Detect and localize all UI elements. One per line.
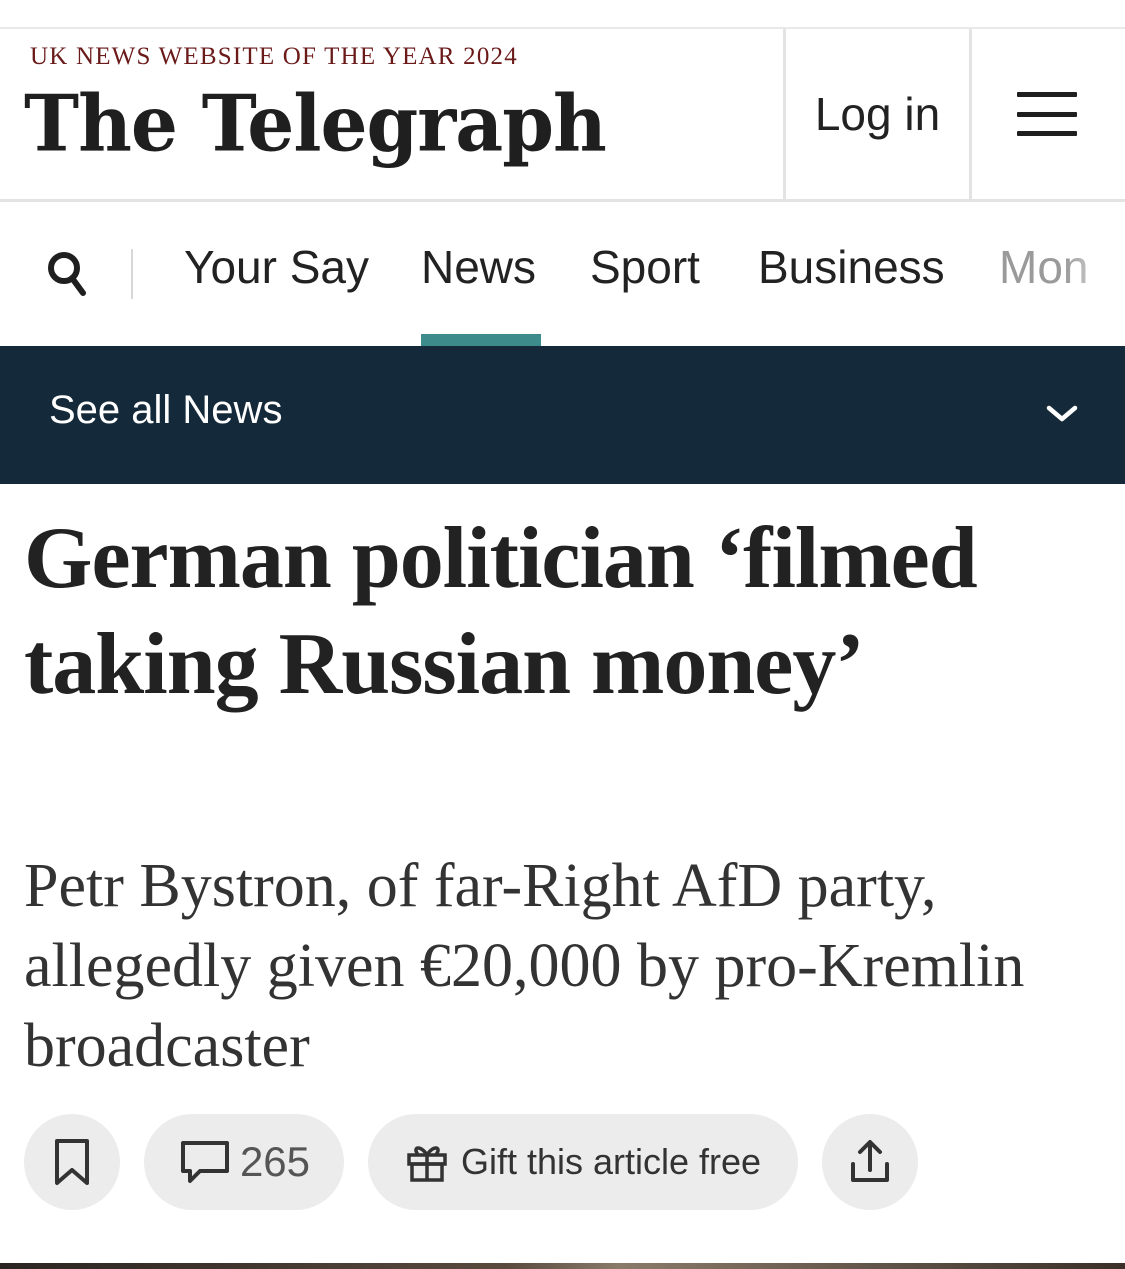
share-icon [851,1140,889,1182]
share-button[interactable] [822,1114,918,1210]
chevron-down-icon [1046,405,1078,422]
nav-item-sport[interactable]: Sport [590,240,700,294]
nav-item-your-say[interactable]: Your Say [184,240,369,294]
comments-button[interactable]: 265 [144,1114,344,1210]
login-button[interactable]: Log in [783,29,972,199]
nav-divider [131,249,133,299]
article-image-top-edge [0,1263,1125,1269]
see-all-news-label: See all News [49,388,283,432]
telegraph-logo[interactable]: The Telegraph [24,79,607,169]
see-all-news-bar[interactable]: See all News [0,346,1125,484]
gift-article-label: Gift this article free [460,1141,762,1182]
gift-icon [407,1146,447,1182]
bookmark-icon [55,1139,89,1185]
search-icon[interactable] [46,248,88,298]
bookmark-button[interactable] [24,1114,120,1210]
hamburger-menu-icon [1017,92,1077,136]
article-headline: German politician ‘filmed taking Russian… [24,510,978,713]
nav-active-indicator [421,334,541,346]
section-nav: Your Say News Sport Business Mon [0,202,1125,346]
article-standfirst: Petr Bystron, of far-Right AfD party, al… [24,852,1025,1080]
masthead: UK NEWS WEBSITE OF THE YEAR 2024 The Tel… [0,29,1125,202]
status-strip [0,0,1125,29]
nav-item-news[interactable]: News [421,240,536,294]
gift-article-button[interactable]: Gift this article free [368,1114,798,1210]
nav-item-business[interactable]: Business [758,240,945,294]
login-label: Log in [814,88,941,140]
menu-button[interactable] [969,29,1125,199]
comment-icon [180,1141,229,1183]
award-banner: UK NEWS WEBSITE OF THE YEAR 2024 [30,43,518,70]
comment-count: 265 [239,1138,311,1185]
nav-fade [1065,202,1125,346]
